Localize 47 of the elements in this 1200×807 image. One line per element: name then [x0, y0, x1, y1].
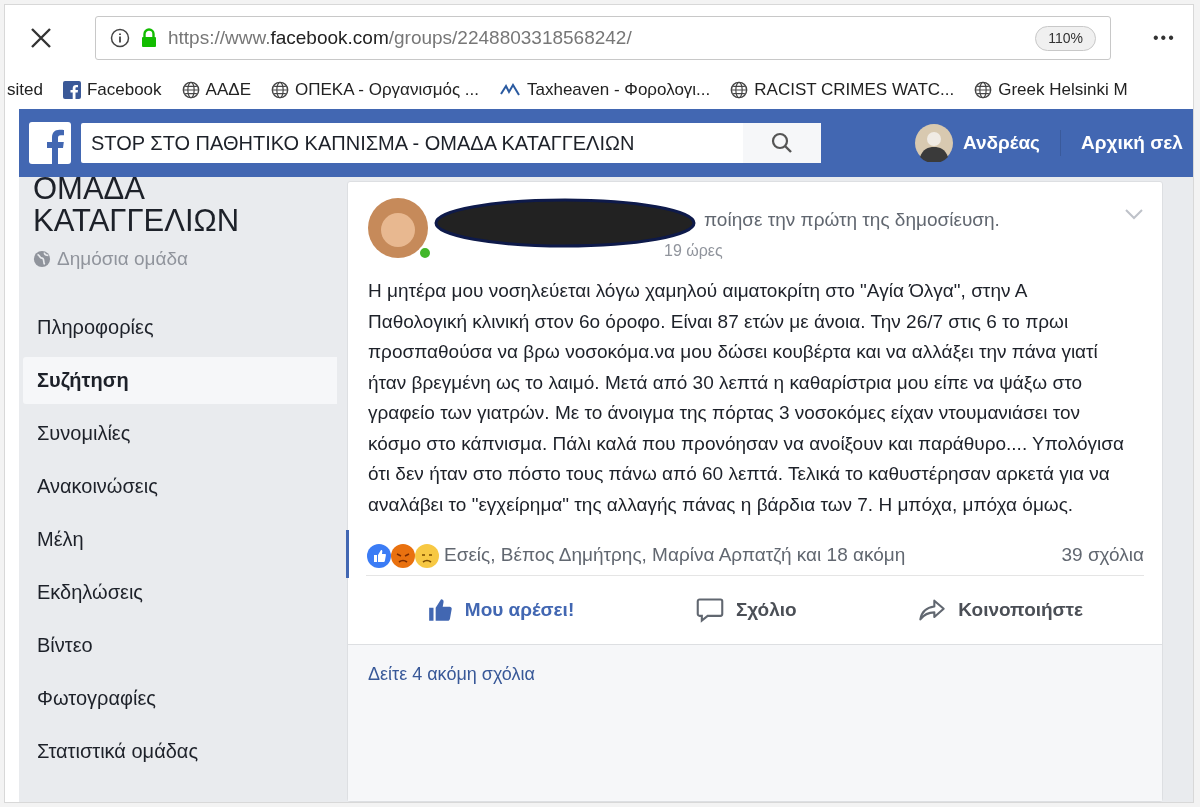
- share-arrow-icon: [918, 598, 947, 622]
- bookmark-item[interactable]: Facebook: [62, 77, 162, 103]
- search-icon: [770, 131, 794, 155]
- search-field[interactable]: STOP ΣΤΟ ΠΑΘΗΤΙΚΟ ΚΑΠΝΙΣΜΑ - ΟΜΑΔΑ ΚΑΤΑΓΓΕΛΙΩΝ: [81, 123, 743, 163]
- group-title-top: ΟΜΑΔΑ: [33, 177, 145, 199]
- zoom-level[interactable]: 110%: [1035, 25, 1096, 51]
- post-headline: ποίησε την πρώτη της δημοσίευση.: [704, 208, 1001, 232]
- avatar[interactable]: [915, 124, 953, 162]
- bookmark-item[interactable]: Taxheaven - Φορολογι...: [499, 77, 711, 103]
- sidebar-item[interactable]: Πληροφορίες: [23, 303, 337, 351]
- speech-bubble-icon: [695, 597, 724, 623]
- post-action-button[interactable]: Μου αρέσει!: [416, 589, 585, 631]
- sidebar-item[interactable]: Συζήτηση: [23, 356, 337, 404]
- sidebar-item[interactable]: Φωτογραφίες: [23, 674, 337, 722]
- comments-count[interactable]: 39 σχόλια: [1061, 541, 1144, 570]
- sidebar-item[interactable]: Εκδηλώσεις: [23, 568, 337, 616]
- profile-link[interactable]: Ανδρέας: [963, 128, 1040, 158]
- bookmark-item[interactable]: ΑΑΔΕ: [181, 77, 251, 103]
- facebook-logo-icon[interactable]: [29, 122, 71, 164]
- address-bar[interactable]: https://www.facebook.com/groups/2248803318568242/ 110%: [95, 16, 1111, 60]
- sidebar-item[interactable]: Συνομιλίες: [23, 409, 337, 457]
- url-text: https://www.facebook.com/groups/2248803318568242/: [168, 25, 632, 50]
- sidebar-item[interactable]: Ανακοινώσεις: [23, 462, 337, 510]
- post-action-button[interactable]: Κοινοποιήστε: [908, 589, 1094, 631]
- post-text: Η μητέρα μου νοσηλεύεται λόγω χαμηλού αιματοκρίτη στο "Αγία Όλγα", στην Α Παθολογική κλινική στον 6ο όροφο. Είναι 87 ετών με άνοια. Την 26/7 στις 6 το πρωι προσπαθούσα να βρω νοσοκόμα.να μου δώσει κουβέρτα και να αλλάξει την πάνα γιατί ήταν βρεγμένη ως το λαιμό. Μετά από 30 λεπτά η καθαρίστρια μου είπε να ψάξω στο γραφείο των γιατρών. Με το άνοιγμα της πόρτας 3 νοσοκόμες είχαν ντουμανιάσει τον κόσμο στο κάπνισμα. Πάλι καλά που προνόησαν να ανοίξουν και παράθυρο.... Υπολόγισα ότι δεν ήταν στο πόστο τους πάνω από 60 λεπτά. Τελικά το καθυστέρησαν αρκετά για να αναλάβει το "εγχείρημα" της αλλαγής πάνας η βάρδια των 7. Η μπόχα, μπόχα όμως.: [367, 279, 1126, 517]
- post-time: 19 ώρες: [664, 240, 724, 261]
- more-comments-link[interactable]: Δείτε 4 ακόμη σχόλια: [368, 664, 535, 684]
- reactions-summary[interactable]: Εσείς, Βέπος Δημήτρης, Μαρίνα Αρπατζή και 18 ακόμη: [444, 541, 906, 570]
- facebook-icon: [62, 81, 81, 99]
- sidebar-item[interactable]: Βίντεο: [23, 621, 337, 669]
- privacy-label: Δημόσια ομάδα: [57, 247, 189, 271]
- home-link[interactable]: Αρχική σελ: [1081, 128, 1183, 158]
- sidebar-item[interactable]: Μέλη: [23, 515, 337, 563]
- lock-icon: [140, 28, 158, 48]
- info-icon[interactable]: [110, 28, 130, 48]
- thumbs-up-icon: [426, 597, 453, 623]
- bookmark-item[interactable]: Greek Helsinki M: [974, 77, 1128, 103]
- post-action-button[interactable]: Σχόλιο: [685, 589, 807, 631]
- sidebar-item[interactable]: Στατιστικά ομάδας: [23, 727, 337, 775]
- group-title: ΚΑΤΑΓΓΕΛΙΩΝ: [32, 202, 241, 240]
- reaction-icons[interactable]: [366, 542, 440, 569]
- bookmark-item[interactable]: ΟΠΕΚΑ - Οργανισμός ...: [270, 77, 479, 103]
- close-icon[interactable]: [29, 26, 53, 50]
- bookmark-item[interactable]: sited: [7, 77, 43, 103]
- more-menu[interactable]: •••: [1153, 26, 1193, 50]
- bookmark-item[interactable]: RACIST CRIMES WATC...: [730, 77, 955, 103]
- search-button[interactable]: [743, 123, 821, 163]
